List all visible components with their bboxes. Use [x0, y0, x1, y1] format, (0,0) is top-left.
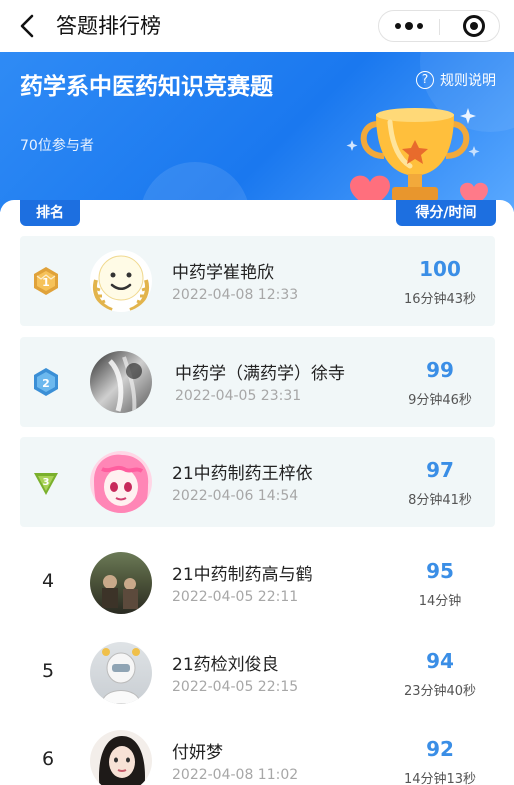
score-value: 99: [426, 358, 454, 382]
leaderboard-row[interactable]: 1 中药学崔艳欣 2022-04-08 12:33 100 16分钟43秒: [20, 236, 495, 326]
quiz-banner: 药学系中医药知识竞赛题 70位参与者 ? 规则说明: [0, 52, 514, 212]
score-time-header: 得分/时间: [396, 200, 496, 226]
duration-value: 14分钟13秒: [403, 772, 477, 785]
rank-number: 6: [41, 748, 55, 770]
duration-value: 8分钟41秒: [408, 493, 472, 508]
gold-medal-icon: 1: [34, 267, 58, 295]
back-icon[interactable]: [14, 12, 42, 40]
leaderboard-row[interactable]: 5 21药检刘俊良 2022-04-05 22:15 94 23分钟40秒: [20, 628, 495, 718]
question-icon: ?: [416, 71, 434, 89]
participant-name: 21中药制药王梓依: [172, 464, 313, 484]
avatar: [90, 552, 152, 614]
avatar: [90, 351, 152, 413]
leaderboard-row[interactable]: 4 21中药制药高与鹤 2022-04-05 22:11 95 14分钟: [20, 538, 495, 628]
rules-label: 规则说明: [440, 73, 496, 89]
participant-name: 中药学崔艳欣: [172, 263, 274, 283]
participant-count: 70位参与者: [20, 138, 94, 154]
capsule-divider: [439, 19, 440, 35]
submit-time: 2022-04-05 22:11: [172, 589, 299, 605]
svg-text:2: 2: [42, 377, 50, 390]
submit-time: 2022-04-08 12:33: [172, 287, 299, 303]
nav-bar: 答题排行榜: [0, 0, 514, 52]
avatar: [90, 730, 152, 785]
submit-time: 2022-04-06 14:54: [172, 488, 299, 504]
silver-medal-icon: 2: [34, 368, 58, 396]
leaderboard-row[interactable]: 2 中药学（满药学）徐寺 2022-04-05 23:31 99 9分钟46秒: [20, 337, 495, 427]
avatar: [90, 250, 152, 312]
score-value: 95: [426, 559, 454, 583]
duration-value: 9分钟46秒: [408, 393, 472, 408]
participant-name: 21中药制药高与鹤: [172, 565, 313, 585]
submit-time: 2022-04-08 11:02: [172, 767, 299, 783]
score-value: 94: [426, 649, 454, 673]
rank-header: 排名: [20, 200, 80, 226]
quiz-title: 药学系中医药知识竞赛题: [20, 74, 273, 100]
rank-number: 4: [41, 570, 55, 592]
bronze-medal-icon: 3: [34, 473, 58, 495]
more-icon[interactable]: [379, 11, 439, 41]
avatar: [90, 451, 152, 513]
mini-program-capsule: [378, 10, 500, 42]
rank-number: 5: [41, 660, 55, 682]
rules-link[interactable]: ? 规则说明: [416, 70, 496, 90]
trophy-illustration: [346, 108, 488, 208]
participant-name: 21药检刘俊良: [172, 655, 279, 675]
submit-time: 2022-04-05 23:31: [175, 388, 302, 404]
leaderboard-row[interactable]: 3 21中药制药王梓依 2022-04-06 14:54 97 8分钟41秒: [20, 437, 495, 527]
leaderboard-row[interactable]: 6 付妍梦 2022-04-08 11:02 92 14分钟13秒: [20, 716, 495, 785]
submit-time: 2022-04-05 22:15: [172, 679, 299, 695]
participant-name: 中药学（满药学）徐寺: [175, 364, 345, 384]
score-value: 92: [426, 737, 454, 761]
close-mini-program-icon[interactable]: [463, 15, 485, 37]
duration-value: 16分钟43秒: [403, 292, 477, 307]
page-title: 答题排行榜: [56, 14, 161, 38]
score-value: 100: [419, 257, 461, 281]
duration-value: 23分钟40秒: [403, 684, 477, 699]
avatar: [90, 642, 152, 704]
participant-name: 付妍梦: [172, 743, 223, 763]
score-value: 97: [426, 458, 454, 482]
svg-text:3: 3: [43, 477, 50, 488]
duration-value: 14分钟: [418, 594, 462, 609]
svg-text:1: 1: [42, 276, 50, 289]
